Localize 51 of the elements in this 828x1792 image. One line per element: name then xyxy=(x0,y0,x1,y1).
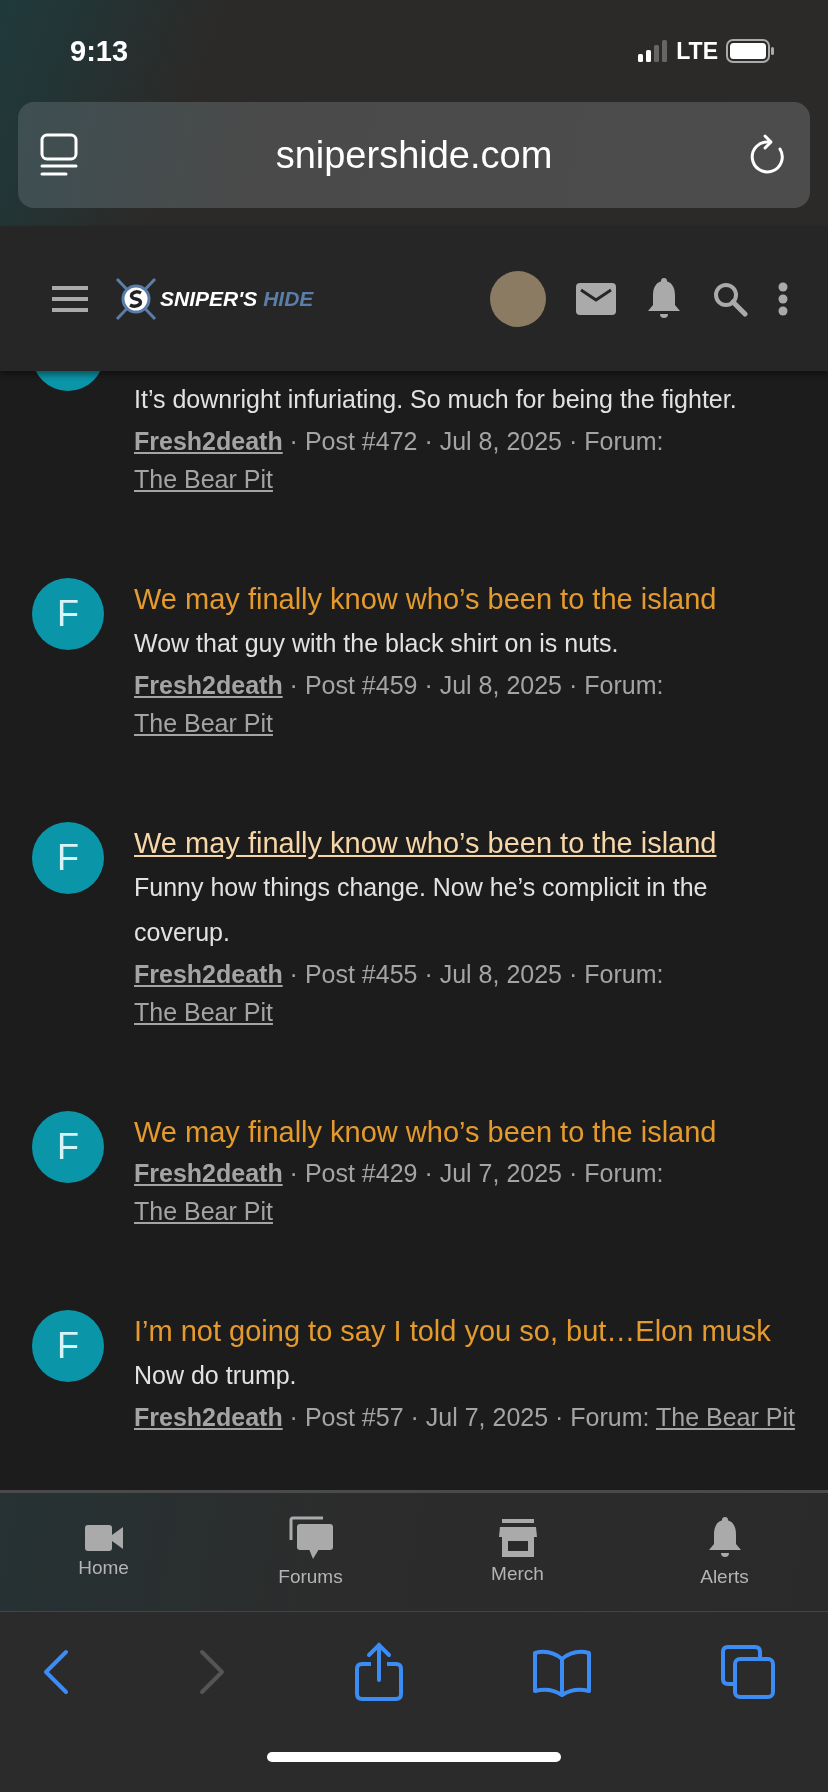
forum-link[interactable]: The Bear Pit xyxy=(656,1403,795,1431)
post-meta: Fresh2death · Post #459 · Jul 8, 2025 · Forum: The Bear Pit xyxy=(134,670,665,739)
network-label: LTE xyxy=(676,37,718,65)
post-meta: Fresh2death · Post #455 · Jul 8, 2025 · Forum: The Bear Pit xyxy=(134,959,665,1028)
chat-bubbles-icon xyxy=(288,1516,333,1560)
post-snippet: It’s downright infuriating. So much for being the fighter. xyxy=(134,384,738,415)
more-icon[interactable] xyxy=(778,281,788,316)
forum-link[interactable]: The Bear Pit xyxy=(134,465,273,493)
author-link[interactable]: Fresh2death xyxy=(134,1159,283,1187)
author-link[interactable]: Fresh2death xyxy=(134,427,283,455)
status-time: 9:13 xyxy=(70,34,129,68)
post-meta: Fresh2death · Post #429 · Jul 7, 2025 · Forum: The Bear Pit xyxy=(134,1158,665,1227)
forum-link[interactable]: The Bear Pit xyxy=(134,998,273,1026)
author-link[interactable]: Fresh2death xyxy=(134,960,283,988)
nav-tab[interactable]: Merch xyxy=(437,1504,598,1600)
post-snippet: Wow that guy with the black shirt on is nuts. xyxy=(134,628,620,659)
signal-icon xyxy=(638,40,669,62)
logo-text: SNIPER'S xyxy=(160,286,258,311)
post-meta: Fresh2death · Post #57 · Jul 7, 2025 · Forum: The Bear Pit xyxy=(134,1402,795,1433)
reader-icon[interactable] xyxy=(40,133,78,177)
bell-icon xyxy=(706,1516,743,1560)
thread-title-link[interactable]: I’m not going to say I told you so, but…Elon musk xyxy=(134,1310,795,1353)
author-link[interactable]: Fresh2death xyxy=(134,1403,283,1431)
bell-icon[interactable] xyxy=(646,277,682,320)
thread-title-link[interactable]: We may finally know who’s been to the island xyxy=(134,578,798,621)
url-text: snipershide.com xyxy=(275,133,553,177)
address-bar[interactable]: snipershide.com xyxy=(18,102,810,208)
back-icon[interactable] xyxy=(42,1649,70,1695)
forum-link[interactable]: The Bear Pit xyxy=(134,709,273,737)
thread-title-link[interactable]: We may finally know who’s been to the island xyxy=(134,1111,798,1154)
battery-icon xyxy=(726,39,774,63)
post-snippet: Funny how things change. Now he’s complicit in the coverup. xyxy=(134,872,709,948)
logo-text: HIDE xyxy=(263,286,314,311)
nav-tab[interactable]: Home xyxy=(23,1504,184,1600)
bookmarks-icon[interactable] xyxy=(532,1647,592,1697)
thread-title-link[interactable]: We may finally know who’s been to the island xyxy=(134,822,798,865)
author-link[interactable]: Fresh2death xyxy=(134,671,283,699)
storefront-icon xyxy=(498,1519,537,1557)
nav-tab[interactable]: Forums xyxy=(230,1504,391,1600)
search-icon[interactable] xyxy=(712,280,748,317)
video-camera-icon xyxy=(84,1525,123,1551)
forum-link[interactable]: The Bear Pit xyxy=(134,1197,273,1225)
mail-icon[interactable] xyxy=(576,282,616,315)
crosshair-logo-icon xyxy=(114,275,158,322)
post-snippet: Now do trump. xyxy=(134,1360,298,1391)
site-logo[interactable]: SNIPER'S HIDE xyxy=(114,275,314,322)
share-icon[interactable] xyxy=(354,1642,404,1702)
post-meta: Fresh2death · Post #472 · Jul 8, 2025 · Forum: The Bear Pit xyxy=(134,426,665,495)
tabs-icon[interactable] xyxy=(720,1644,776,1700)
nav-tab[interactable]: Alerts xyxy=(644,1504,805,1600)
menu-icon[interactable] xyxy=(52,285,88,312)
